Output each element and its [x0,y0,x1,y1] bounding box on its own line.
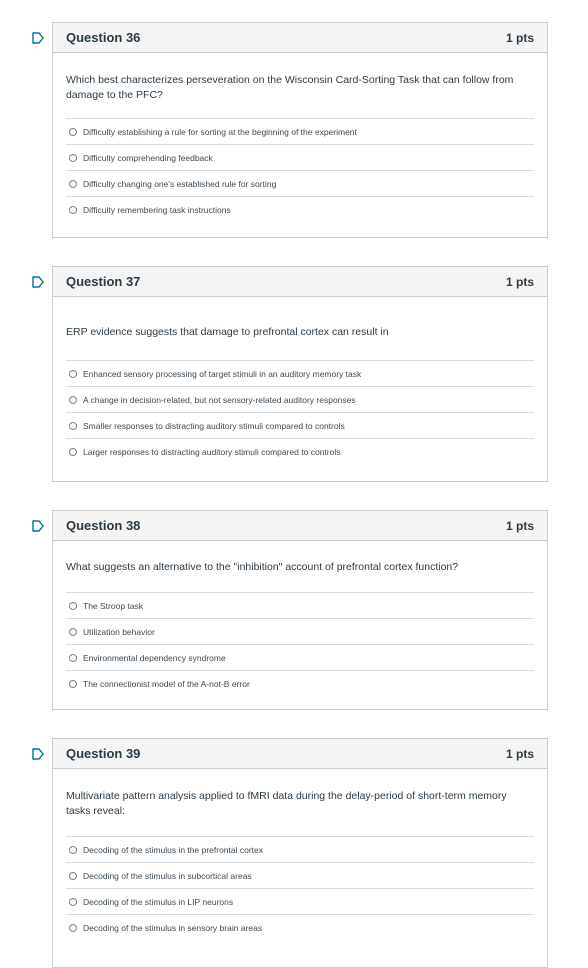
question-header: Question 39 1 pts [53,739,547,769]
answer-option[interactable]: Difficulty establishing a rule for sorti… [66,119,534,145]
answer-label[interactable]: The Stroop task [83,601,143,611]
radio-button[interactable] [69,627,77,636]
answer-option[interactable]: Difficulty changing one's established ru… [66,171,534,197]
flag-icon[interactable] [32,748,44,760]
answer-list: Difficulty establishing a rule for sorti… [66,118,534,222]
question-text: ERP evidence suggests that damage to pre… [66,326,389,338]
answer-option[interactable]: The connectionist model of the A-not-B e… [66,671,534,696]
answer-label[interactable]: Environmental dependency syndrome [83,653,226,663]
radio-button[interactable] [69,369,77,378]
question-title: Question 37 [66,274,141,289]
answer-label[interactable]: Difficulty establishing a rule for sorti… [83,127,357,137]
answer-list: Enhanced sensory processing of target st… [66,360,534,464]
answer-label[interactable]: Decoding of the stimulus in the prefront… [83,845,263,855]
question-title: Question 39 [66,746,141,761]
answer-option[interactable]: Smaller responses to distracting auditor… [66,413,534,439]
question-points: 1 pts [505,746,534,761]
answer-label[interactable]: Difficulty changing one's established ru… [83,179,276,189]
answer-label[interactable]: Smaller responses to distracting auditor… [83,421,345,431]
radio-button[interactable] [69,153,77,162]
answer-option[interactable]: Enhanced sensory processing of target st… [66,361,534,387]
question-header: Question 37 1 pts [53,267,547,297]
answer-option[interactable]: The Stroop task [66,593,534,619]
answer-label[interactable]: Decoding of the stimulus in sensory brai… [83,923,262,933]
question-title: Question 38 [66,518,141,533]
answer-list: Decoding of the stimulus in the prefront… [66,836,534,940]
radio-button[interactable] [69,679,77,688]
answer-option[interactable]: Larger responses to distracting auditory… [66,439,534,464]
flag-icon[interactable] [32,520,44,532]
question-text: Multivariate pattern analysis applied to… [66,790,507,817]
question-card: Question 36 1 pts Which best characteriz… [32,22,548,238]
radio-button[interactable] [69,871,77,880]
answer-label[interactable]: Larger responses to distracting auditory… [83,447,340,457]
answer-label[interactable]: Utilization behavior [83,627,155,637]
radio-button[interactable] [69,897,77,906]
answer-option[interactable]: Utilization behavior [66,619,534,645]
radio-button[interactable] [69,653,77,662]
answer-option[interactable]: Decoding of the stimulus in LIP neurons [66,889,534,915]
radio-button[interactable] [69,845,77,854]
radio-button[interactable] [69,179,77,188]
question-card: Question 37 1 pts ERP evidence suggests … [32,266,548,482]
question-text: Which best characterizes perseveration o… [66,74,514,101]
question-points: 1 pts [505,518,534,533]
radio-button[interactable] [69,395,77,404]
radio-button[interactable] [69,205,77,214]
radio-button[interactable] [69,601,77,610]
question-points: 1 pts [505,274,534,289]
answer-label[interactable]: The connectionist model of the A-not-B e… [83,679,250,689]
radio-button[interactable] [69,421,77,430]
answer-option[interactable]: Difficulty comprehending feedback [66,145,534,171]
radio-button[interactable] [69,447,77,456]
answer-label[interactable]: Difficulty remembering task instructions [83,205,231,215]
radio-button[interactable] [69,127,77,136]
question-points: 1 pts [505,30,534,45]
answer-option[interactable]: Environmental dependency syndrome [66,645,534,671]
answer-label[interactable]: A change in decision-related, but not se… [83,395,356,405]
flag-icon[interactable] [32,276,44,288]
question-card: Question 39 1 pts Multivariate pattern a… [32,738,548,968]
question-title: Question 36 [66,30,141,45]
answer-option[interactable]: Decoding of the stimulus in the prefront… [66,837,534,863]
question-header: Question 38 1 pts [53,511,547,541]
answer-label[interactable]: Decoding of the stimulus in LIP neurons [83,897,233,907]
answer-option[interactable]: Decoding of the stimulus in subcortical … [66,863,534,889]
flag-icon[interactable] [32,32,44,44]
radio-button[interactable] [69,923,77,932]
answer-option[interactable]: Difficulty remembering task instructions [66,197,534,222]
answer-label[interactable]: Decoding of the stimulus in subcortical … [83,871,252,881]
question-header: Question 36 1 pts [53,23,547,53]
answer-label[interactable]: Difficulty comprehending feedback [83,153,213,163]
answer-option[interactable]: Decoding of the stimulus in sensory brai… [66,915,534,940]
question-text: What suggests an alternative to the "inh… [66,561,459,573]
answer-list: The Stroop task Utilization behavior Env… [66,592,534,696]
answer-label[interactable]: Enhanced sensory processing of target st… [83,369,361,379]
question-card: Question 38 1 pts What suggests an alter… [32,510,548,710]
answer-option[interactable]: A change in decision-related, but not se… [66,387,534,413]
